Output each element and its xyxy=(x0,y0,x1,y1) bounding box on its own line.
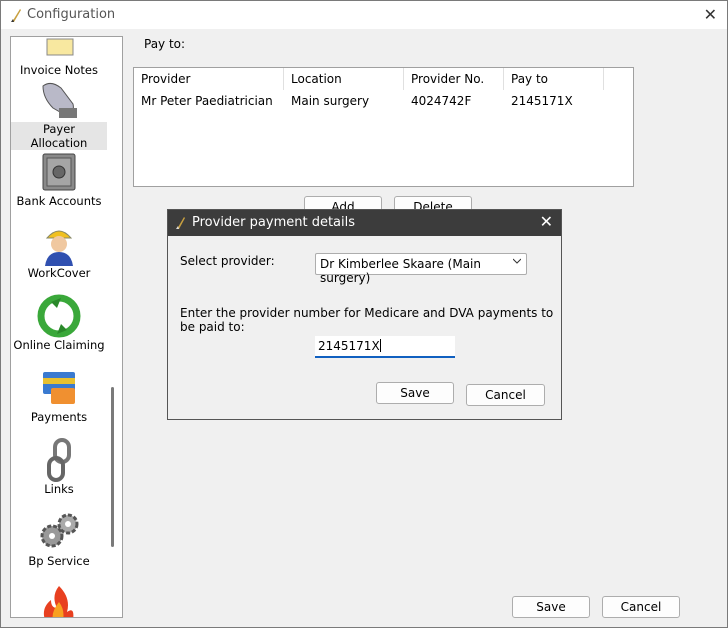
sidebar-item-label: Payments xyxy=(30,410,88,424)
app-feather-icon xyxy=(11,9,21,22)
provider-number-value: 2145171X xyxy=(318,339,380,353)
sidebar-item-label: Bp Service xyxy=(28,554,90,568)
window-title: Configuration xyxy=(27,7,116,22)
column-header-location[interactable]: Location xyxy=(284,68,404,90)
dialog-title: Provider payment details xyxy=(192,215,356,230)
save-button[interactable]: Save xyxy=(512,596,590,618)
dialog-close-button[interactable]: ✕ xyxy=(540,212,553,231)
sidebar-item-label: WorkCover xyxy=(27,266,91,280)
sidebar-item-label: Payer Allocation xyxy=(11,122,107,150)
worker-icon xyxy=(45,230,73,266)
column-header-provider[interactable]: Provider xyxy=(134,68,284,90)
cell-provider: Mr Peter Paediatrician xyxy=(141,94,273,108)
app-feather-icon xyxy=(176,217,185,229)
chain-link-icon xyxy=(47,438,71,482)
dialog-cancel-button[interactable]: Cancel xyxy=(466,384,545,406)
chevron-down-icon xyxy=(513,258,521,264)
sidebar: Invoice Notes Payer Allocation Bank Acco… xyxy=(10,36,123,618)
sidebar-item-label: Online Claiming xyxy=(13,338,105,352)
sidebar-item-bank-accounts[interactable]: Bank Accounts xyxy=(11,150,107,208)
column-header-provider-no[interactable]: Provider No. xyxy=(404,68,504,90)
invoice-notes-icon xyxy=(46,38,74,56)
sidebar-item-invoice-notes[interactable]: Invoice Notes xyxy=(11,37,107,77)
safe-icon xyxy=(42,153,76,191)
sidebar-item-bp-service[interactable]: Bp Service xyxy=(11,510,107,568)
payment-cards-icon xyxy=(43,372,75,404)
text-caret xyxy=(379,339,381,352)
gears-icon xyxy=(40,513,79,548)
sidebar-item-payer-allocation[interactable]: Payer Allocation xyxy=(11,78,107,150)
cell-provider-no: 4024742F xyxy=(411,94,472,108)
provider-payment-dialog: Provider payment details ✕ Select provid… xyxy=(167,209,562,420)
pay-to-label: Pay to: xyxy=(144,37,186,51)
instruction-text: Enter the provider number for Medicare a… xyxy=(180,306,554,334)
provider-table: Provider Location Provider No. Pay to Mr… xyxy=(133,67,634,187)
sidebar-item-more[interactable] xyxy=(11,582,107,617)
sidebar-item-label: Bank Accounts xyxy=(16,194,102,208)
dialog-title-bar: Provider payment details ✕ xyxy=(168,210,561,236)
column-header-pay-to[interactable]: Pay to xyxy=(504,68,604,90)
provider-number-input[interactable]: 2145171X xyxy=(315,336,455,358)
cell-pay-to: 2145171X xyxy=(511,94,573,108)
provider-select-value: Dr Kimberlee Skaare (Main surgery) xyxy=(320,257,481,285)
select-provider-label: Select provider: xyxy=(180,254,275,268)
provider-select[interactable]: Dr Kimberlee Skaare (Main surgery) xyxy=(315,253,527,285)
dialog-save-button[interactable]: Save xyxy=(376,382,454,404)
window-close-button[interactable]: ✕ xyxy=(704,5,717,24)
configuration-window: Configuration ✕ Invoice Notes Payer Allo… xyxy=(0,0,728,628)
sidebar-item-online-claiming[interactable]: Online Claiming xyxy=(11,294,107,352)
title-bar: Configuration ✕ xyxy=(1,1,727,29)
sidebar-item-payments[interactable]: Payments xyxy=(11,366,107,424)
sidebar-item-links[interactable]: Links xyxy=(11,438,107,496)
cancel-button[interactable]: Cancel xyxy=(602,596,680,618)
payer-allocation-icon xyxy=(42,82,77,118)
sidebar-item-label: Links xyxy=(44,482,74,496)
cell-location: Main surgery xyxy=(291,94,370,108)
sidebar-item-workcover[interactable]: WorkCover xyxy=(11,222,107,280)
flame-icon xyxy=(43,586,74,617)
sidebar-item-label: Invoice Notes xyxy=(20,63,98,77)
sidebar-scrollbar[interactable] xyxy=(111,387,114,547)
recycle-icon xyxy=(37,294,81,338)
